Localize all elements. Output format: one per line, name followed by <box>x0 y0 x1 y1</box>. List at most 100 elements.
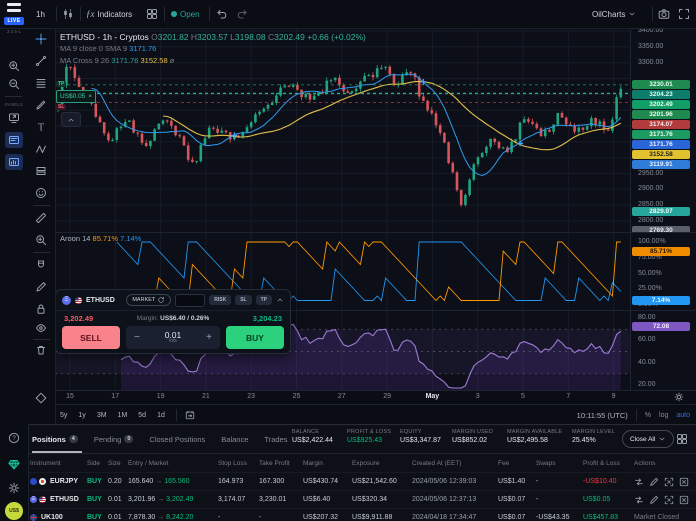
price-badge[interactable]: 3174.07 <box>632 120 690 129</box>
price-badge[interactable]: 3119.91 <box>632 160 690 169</box>
timeframe-button[interactable]: 1h <box>36 0 45 28</box>
chart-type-icon[interactable] <box>62 0 74 28</box>
symbol-title[interactable]: ETHUSD - 1h - Cryptos <box>60 32 149 42</box>
time-label[interactable]: 15 <box>66 393 74 400</box>
sell-button[interactable]: SELL <box>62 326 120 349</box>
range-button[interactable]: 1M <box>118 412 128 419</box>
time-label[interactable]: 25 <box>293 393 301 400</box>
reverse-position-icon[interactable] <box>634 495 644 505</box>
remove-drawings-tool[interactable] <box>35 344 47 356</box>
increase-quantity-button[interactable]: + <box>206 332 212 343</box>
order-type-selector[interactable]: MARKET <box>126 294 171 306</box>
range-button[interactable]: 5y <box>60 412 67 419</box>
zoom-in-button[interactable] <box>8 60 20 72</box>
text-tool[interactable] <box>35 121 47 133</box>
aroon-label[interactable]: Aroon 14 <box>60 234 90 243</box>
edit-position-icon[interactable] <box>649 495 659 505</box>
open-market-status[interactable]: Open <box>171 0 200 28</box>
sl-button[interactable]: SL <box>235 295 251 305</box>
tab-pending[interactable]: Pending0 <box>94 435 134 444</box>
order-symbol[interactable]: ETHUSD <box>86 297 115 304</box>
lock-drawings-tool[interactable] <box>35 303 47 315</box>
log-scale-toggle[interactable]: log <box>659 412 668 419</box>
risk-button[interactable]: RISK <box>209 295 231 305</box>
account-currency-badge[interactable]: US$ <box>5 502 23 520</box>
aroon-scale[interactable]: 100.00%75.00%50.00%25.00%0.00%85.71%7.14… <box>630 232 696 310</box>
zoom-out-button[interactable] <box>8 78 20 90</box>
aroon-badge[interactable]: 7.14% <box>632 296 690 305</box>
indicators-button[interactable]: ƒxIndicators <box>86 0 132 28</box>
quantity-stepper[interactable]: − 0.01lots + <box>126 326 220 349</box>
close-position-icon[interactable] <box>679 495 689 505</box>
position-row[interactable]: EURJPYBUY0.20165.640 → 165.560164.973167… <box>28 472 696 490</box>
take-profit-tag[interactable]: TP <box>56 81 66 87</box>
tab-trades[interactable]: Trades <box>264 435 287 444</box>
fib-retracement-tool[interactable] <box>35 77 47 89</box>
decrease-quantity-button[interactable]: − <box>134 332 140 343</box>
order-quantity-input[interactable] <box>175 294 205 307</box>
ma-indicator-label[interactable]: MA 9 close 0 SMA 9 <box>60 44 127 53</box>
panel-layout-icon[interactable] <box>676 433 688 445</box>
focus-position-icon[interactable] <box>664 477 674 487</box>
time-label[interactable]: 27 <box>338 393 346 400</box>
time-label[interactable]: May <box>426 393 440 400</box>
redo-button[interactable] <box>236 0 248 28</box>
edit-position-icon[interactable] <box>649 477 659 487</box>
tab-positions[interactable]: Positions4 <box>32 435 78 444</box>
time-label[interactable]: 3 <box>476 393 480 400</box>
app-logo-icon[interactable] <box>7 3 21 14</box>
price-badge[interactable]: 3230.01 <box>632 80 690 89</box>
order-panel-toggle-button[interactable] <box>5 132 23 148</box>
hide-drawings-tool[interactable] <box>35 322 47 334</box>
focus-position-icon[interactable] <box>664 495 674 505</box>
trendline-tool[interactable] <box>35 55 47 67</box>
price-badge[interactable]: 3202.49 <box>632 100 690 109</box>
time-label[interactable]: 23 <box>247 393 255 400</box>
collapse-chevron-icon[interactable] <box>276 296 284 304</box>
pane-divider[interactable] <box>55 232 696 233</box>
price-badge[interactable]: 3201.96 <box>632 110 690 119</box>
close-all-button[interactable]: Close All <box>622 430 674 448</box>
auto-scale-toggle[interactable]: auto <box>676 412 690 419</box>
position-pnl-box[interactable]: US$0.05× <box>56 90 96 103</box>
range-button[interactable]: 1d <box>157 412 165 419</box>
crosshair-tool[interactable] <box>35 33 47 45</box>
price-badge[interactable]: 2829.07 <box>632 207 690 216</box>
time-label[interactable]: 21 <box>202 393 210 400</box>
time-label[interactable]: 19 <box>157 393 165 400</box>
time-label[interactable]: 17 <box>111 393 119 400</box>
zoom-tool[interactable] <box>35 234 47 246</box>
ma-cross-label[interactable]: MA Cross 9 26 <box>60 56 109 65</box>
legend-collapse-button[interactable] <box>61 112 81 127</box>
stop-loss-tag[interactable]: SL <box>56 104 66 110</box>
measure-ruler-tool[interactable] <box>35 212 47 224</box>
go-to-date-icon[interactable] <box>185 410 195 420</box>
buy-button[interactable]: BUY <box>226 326 284 349</box>
positions-panel-toggle-button[interactable] <box>5 154 23 170</box>
range-button[interactable]: 5d <box>138 412 146 419</box>
price-scale[interactable]: 3400.003350.003300.003000.002950.002900.… <box>630 28 696 232</box>
undo-button[interactable] <box>216 0 228 28</box>
brush-tool[interactable] <box>35 99 47 111</box>
layout-grid-icon[interactable] <box>146 0 158 28</box>
time-axis[interactable]: 1517192123252729May3579 <box>55 390 630 404</box>
utc-clock[interactable]: 10:11:55 (UTC) <box>577 411 628 420</box>
price-badge[interactable]: 3152.58 <box>632 150 690 159</box>
range-button[interactable]: 1y <box>78 412 85 419</box>
price-badge[interactable]: 3171.76 <box>632 140 690 149</box>
position-row[interactable]: UK100BUY0.017,878.30 → 8,242.20--US$207.… <box>28 508 696 521</box>
time-label[interactable]: 29 <box>383 393 391 400</box>
premium-gem-icon[interactable] <box>8 458 20 470</box>
aroon-badge[interactable]: 85.71% <box>632 247 690 256</box>
time-label[interactable]: 7 <box>566 393 570 400</box>
drawing-mode-tool[interactable] <box>35 281 47 293</box>
broker-selector[interactable]: OilCharts <box>592 0 636 28</box>
tp-button[interactable]: TP <box>256 295 272 305</box>
long-position-tool[interactable] <box>35 165 47 177</box>
rsi-badge[interactable]: 72.08 <box>632 322 690 331</box>
scale-settings-gear-icon[interactable] <box>674 392 684 402</box>
tab-balance[interactable]: Balance <box>221 435 248 444</box>
screenshot-camera-button[interactable] <box>658 0 670 28</box>
range-button[interactable]: 3M <box>97 412 107 419</box>
close-position-icon[interactable] <box>679 477 689 487</box>
